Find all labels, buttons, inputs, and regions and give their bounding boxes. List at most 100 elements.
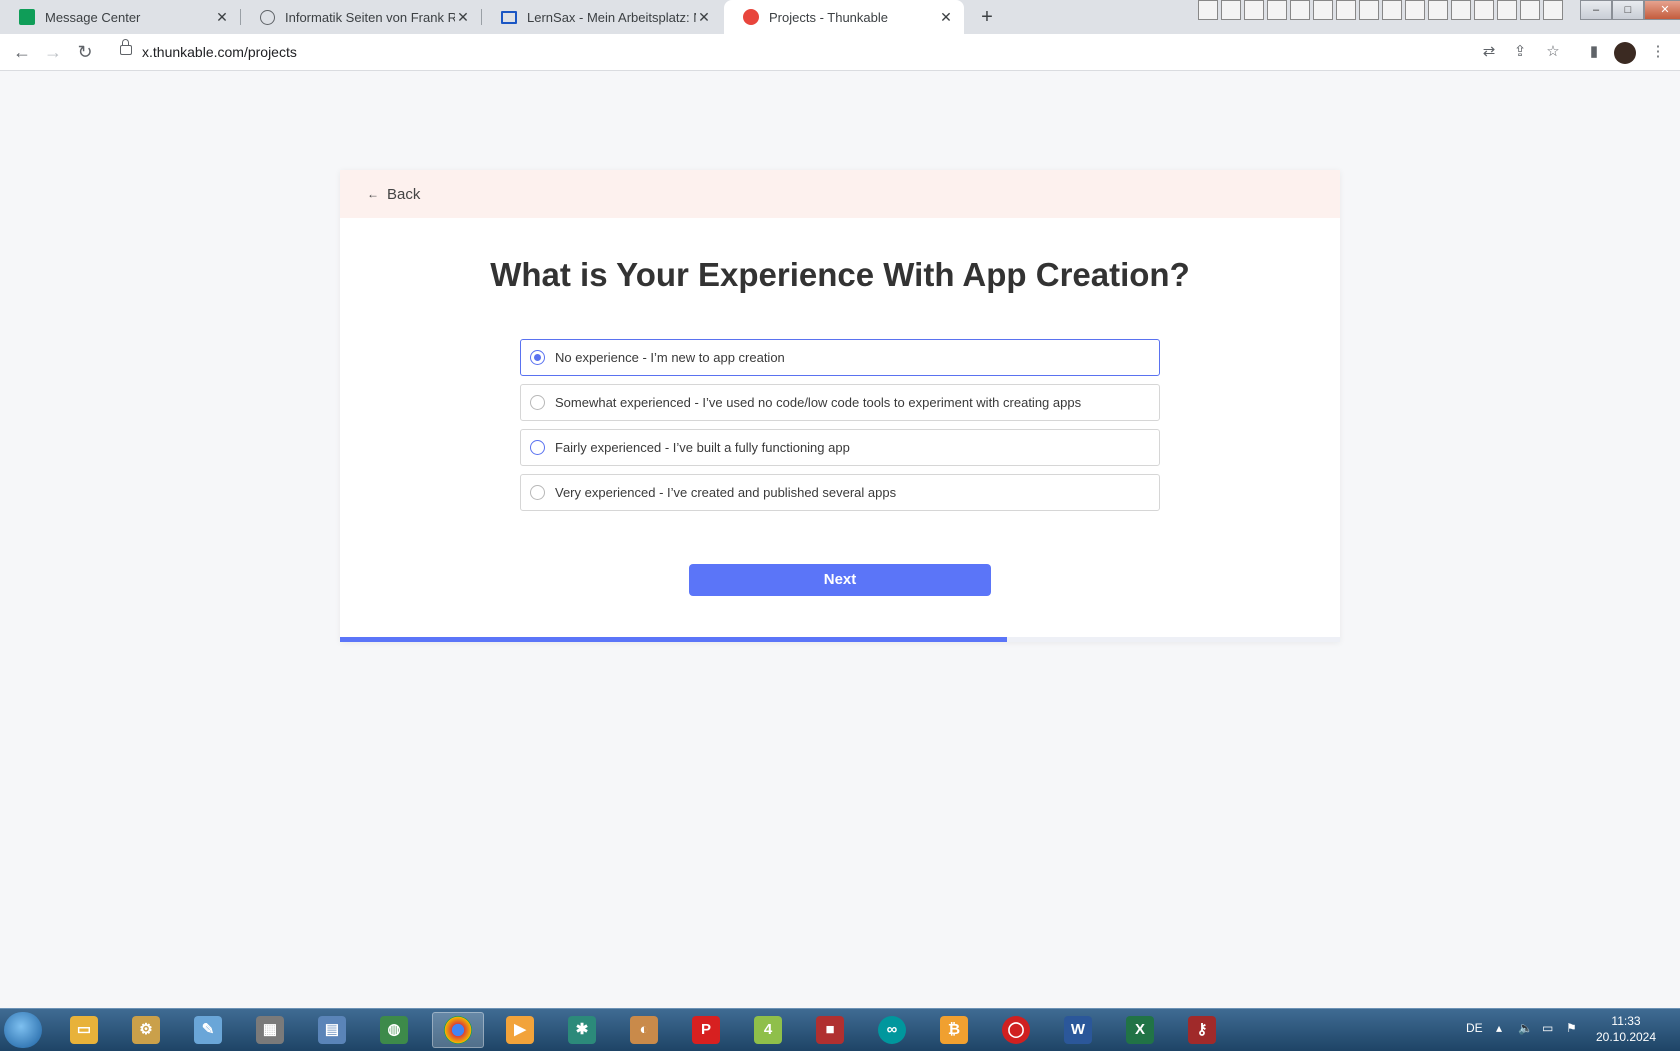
- new-tab-icon[interactable]: +: [974, 4, 1000, 30]
- app-icon[interactable]: [1359, 0, 1379, 20]
- back-button[interactable]: ← Back: [367, 186, 420, 203]
- tab-thunkable[interactable]: Projects - Thunkable ✕: [724, 0, 964, 34]
- close-window-icon[interactable]: ✕: [1644, 0, 1680, 20]
- experience-survey-card: ← Back What is Your Experience With App …: [340, 170, 1340, 642]
- app-icon[interactable]: [1474, 0, 1494, 20]
- sheets-icon: [19, 9, 35, 25]
- option-label: Somewhat experienced - I’ve used no code…: [555, 395, 1082, 410]
- quicklaunch-toolbar: [1198, 0, 1563, 20]
- bookmark-star-icon[interactable]: ☆: [1543, 42, 1563, 62]
- app-icon[interactable]: [1336, 0, 1356, 20]
- back-arrow-icon[interactable]: ←: [8, 38, 36, 66]
- tool-app-icon[interactable]: ■: [804, 1012, 856, 1048]
- app-icon[interactable]: [1520, 0, 1540, 20]
- forward-arrow-icon[interactable]: →: [39, 38, 67, 66]
- media-player-icon[interactable]: ▶: [494, 1012, 546, 1048]
- option-label: Fairly experienced - I’ve built a fully …: [555, 440, 850, 455]
- option-label: No experience - I’m new to app creation: [555, 350, 785, 365]
- app-icon[interactable]: [1382, 0, 1402, 20]
- language-indicator[interactable]: DE: [1466, 1021, 1483, 1035]
- tab-lernsax[interactable]: LernSax - Mein Arbeitsplatz: Noti ✕: [482, 0, 722, 34]
- arduino-icon[interactable]: ∞: [866, 1012, 918, 1048]
- share-icon[interactable]: ⇪: [1510, 42, 1530, 62]
- progress-fill: [340, 637, 1007, 642]
- radio-button[interactable]: [530, 440, 545, 455]
- word-icon[interactable]: W: [1052, 1012, 1104, 1048]
- explorer-icon[interactable]: ▭: [58, 1012, 110, 1048]
- minimize-icon[interactable]: –: [1580, 0, 1612, 20]
- clock[interactable]: 11:33 20.10.2024: [1586, 1013, 1666, 1045]
- flag-icon[interactable]: ⚑: [1566, 1021, 1577, 1035]
- bitcoin-app-icon[interactable]: ₿: [928, 1012, 980, 1048]
- tab-title: Informatik Seiten von Frank Rost: [285, 9, 455, 25]
- start-button[interactable]: [4, 1012, 42, 1048]
- clock-time: 11:33: [1611, 1014, 1641, 1028]
- key-app-icon[interactable]: ⚷: [1176, 1012, 1228, 1048]
- globe-app-icon[interactable]: ◍: [368, 1012, 420, 1048]
- url-text[interactable]: x.thunkable.com/projects: [142, 44, 297, 60]
- tab-strip: Message Center ✕ Informatik Seiten von F…: [0, 0, 1680, 34]
- next-button[interactable]: Next: [689, 564, 991, 596]
- card-header: ← Back: [340, 170, 1340, 218]
- browser-toolbar: ← → ↻ x.thunkable.com/projects ⇄ ⇪ ☆ ▮ ⋮: [0, 34, 1680, 71]
- back-arrow-icon: ←: [367, 187, 379, 201]
- app-icon[interactable]: [1405, 0, 1425, 20]
- option-somewhat-experienced[interactable]: Somewhat experienced - I’ve used no code…: [520, 384, 1160, 421]
- back-label: Back: [387, 185, 421, 203]
- radio-button[interactable]: [530, 395, 545, 410]
- close-icon[interactable]: ✕: [696, 9, 712, 26]
- chrome-icon[interactable]: [432, 1012, 484, 1048]
- progress-bar: [340, 637, 1340, 642]
- tab-title: Projects - Thunkable: [769, 9, 888, 25]
- app-icon[interactable]: [1198, 0, 1218, 20]
- thunkable-icon: [743, 9, 759, 25]
- radio-button[interactable]: [530, 350, 545, 365]
- excel-icon[interactable]: X: [1114, 1012, 1166, 1048]
- profile-avatar[interactable]: [1614, 42, 1636, 64]
- calculator-icon[interactable]: ▤: [306, 1012, 358, 1048]
- app-icon[interactable]: [1290, 0, 1310, 20]
- side-panel-icon[interactable]: ▮: [1584, 42, 1604, 62]
- reload-icon[interactable]: ↻: [71, 38, 99, 66]
- network-icon[interactable]: ▭: [1542, 1021, 1553, 1035]
- option-label: Very experienced - I’ve created and publ…: [555, 485, 897, 500]
- tab-informatik[interactable]: Informatik Seiten von Frank Rost ✕: [241, 0, 481, 34]
- option-very-experienced[interactable]: Very experienced - I’ve created and publ…: [520, 474, 1160, 511]
- pdf-app-icon[interactable]: P: [680, 1012, 732, 1048]
- address-bar[interactable]: x.thunkable.com/projects: [108, 37, 1488, 67]
- experience-options: No experience - I’m new to app creation …: [520, 339, 1160, 519]
- volume-icon[interactable]: 🔈: [1518, 1021, 1533, 1035]
- option-no-experience[interactable]: No experience - I’m new to app creation: [520, 339, 1160, 376]
- globe-icon: [260, 9, 275, 25]
- app-icon[interactable]: [1497, 0, 1517, 20]
- option-fairly-experienced[interactable]: Fairly experienced - I’ve built a fully …: [520, 429, 1160, 466]
- tab-message-center[interactable]: Message Center ✕: [0, 0, 240, 34]
- menu-kebab-icon[interactable]: ⋮: [1648, 42, 1668, 62]
- app-icon[interactable]: [1221, 0, 1241, 20]
- app-icon[interactable]: [1313, 0, 1333, 20]
- app-icon[interactable]: [1543, 0, 1563, 20]
- geogebra-icon[interactable]: ✱: [556, 1012, 608, 1048]
- tray-expand-icon[interactable]: ▴: [1496, 1021, 1502, 1035]
- keyboard-icon[interactable]: ▦: [244, 1012, 296, 1048]
- app-icon[interactable]: [1244, 0, 1264, 20]
- maximize-icon[interactable]: □: [1612, 0, 1644, 20]
- close-icon[interactable]: ✕: [938, 9, 954, 26]
- clock-date: 20.10.2024: [1595, 1030, 1657, 1044]
- settings-gear-icon[interactable]: ⚙: [120, 1012, 172, 1048]
- notepad-icon[interactable]: ✎: [182, 1012, 234, 1048]
- radio-button[interactable]: [530, 485, 545, 500]
- red-app-icon[interactable]: ◯: [990, 1012, 1042, 1048]
- app-icon[interactable]: [1267, 0, 1287, 20]
- app-icon[interactable]: [1428, 0, 1448, 20]
- taskbar: ▭ ⚙ ✎ ▦ ▤ ◍ ▶ ✱ ◐ P 4 ■ ∞ ₿ ◯ W X ⚷ DE ▴…: [0, 1008, 1680, 1051]
- window-controls: – □ ✕: [1580, 0, 1680, 20]
- close-icon[interactable]: ✕: [214, 9, 230, 26]
- paint-icon[interactable]: ◐: [618, 1012, 670, 1048]
- chart-app-icon[interactable]: 4: [742, 1012, 794, 1048]
- lock-icon[interactable]: [120, 39, 132, 55]
- close-icon[interactable]: ✕: [455, 9, 471, 26]
- tab-title: Message Center: [45, 9, 141, 25]
- app-icon[interactable]: [1451, 0, 1471, 20]
- translate-icon[interactable]: ⇄: [1479, 42, 1499, 62]
